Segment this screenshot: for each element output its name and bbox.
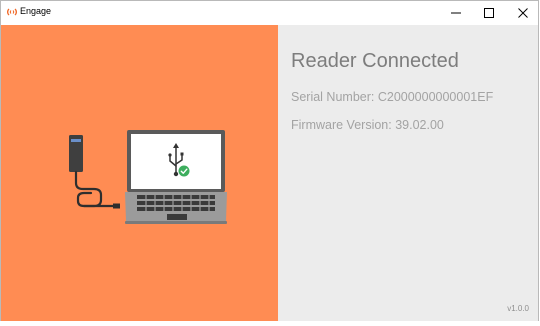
window-title: Engage [20,6,52,16]
maximize-button[interactable] [472,1,505,25]
reader-laptop-illustration [69,130,227,224]
title-bar[interactable]: Engage [1,1,538,25]
check-circle-icon [178,165,190,177]
close-button[interactable] [506,1,539,25]
firmware-version-text: Firmware Version: 39.02.00 [291,118,444,132]
app-window: Engage Reader Connected Serial Number: C… [0,0,539,321]
status-panel: Reader Connected Serial Number: C2000000… [278,25,538,321]
engage-logo-icon [7,8,17,16]
maximize-icon [483,8,494,18]
usb-cable [74,170,103,208]
minimize-button[interactable] [439,1,472,25]
minimize-icon [450,12,461,14]
connection-status-title: Reader Connected [291,50,459,72]
illustration-panel [1,25,278,321]
app-version-label: v1.0.0 [507,304,529,313]
close-icon [517,8,528,18]
card-reader-device [69,135,83,172]
serial-number-text: Serial Number: C2000000000001EF [291,90,494,104]
